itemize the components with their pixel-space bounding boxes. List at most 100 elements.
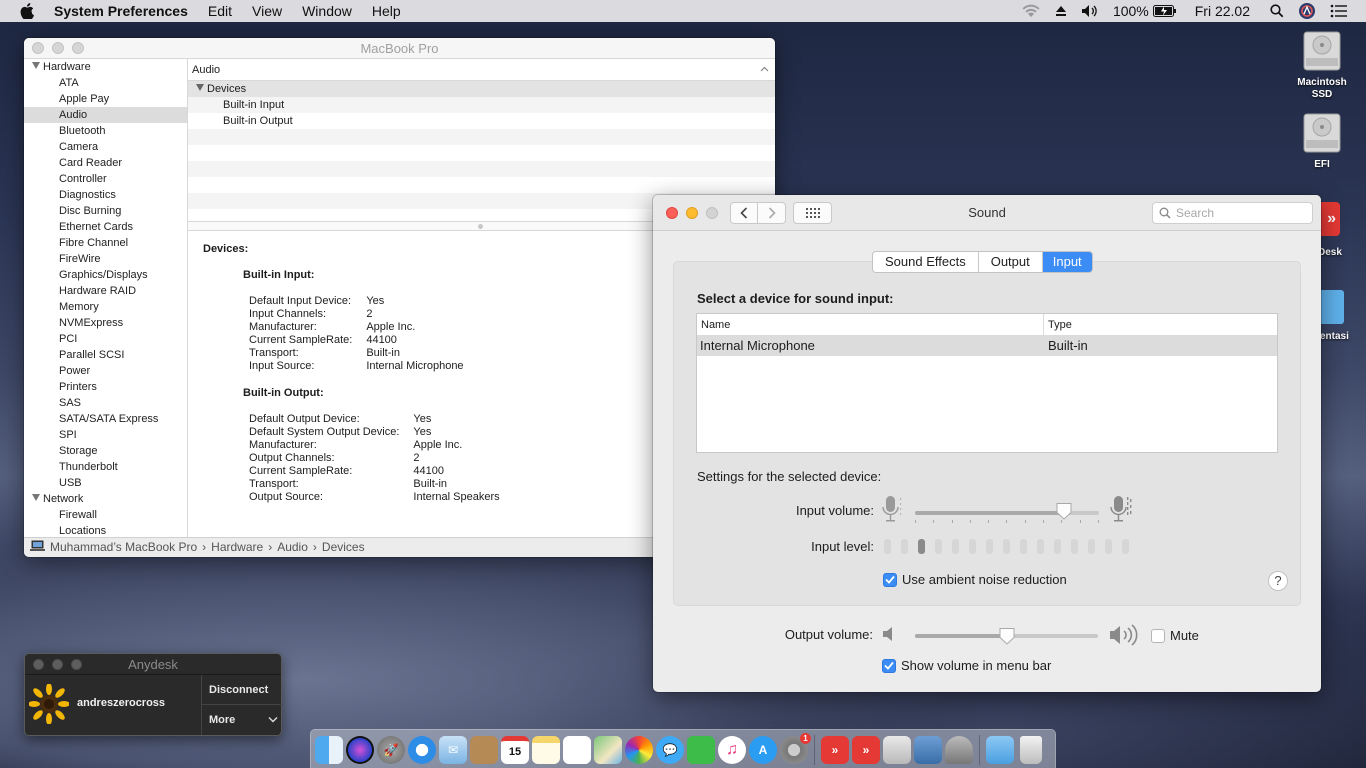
user-avatar-icon[interactable] xyxy=(1298,2,1316,20)
sidebar-item-bluetooth[interactable]: Bluetooth xyxy=(24,123,187,139)
dock-itunes-icon[interactable]: ♫ xyxy=(718,735,746,764)
sidebar-item-graphics-displays[interactable]: Graphics/Displays xyxy=(24,267,187,283)
sidebar-item-pci[interactable]: PCI xyxy=(24,331,187,347)
sidebar-category-network[interactable]: Network xyxy=(24,491,187,507)
checkbox-checked-icon[interactable] xyxy=(883,572,897,587)
column-header-type[interactable]: Type xyxy=(1044,314,1072,335)
dock-system-preferences-icon[interactable]: 1 xyxy=(780,732,811,768)
chevron-up-icon[interactable] xyxy=(760,59,769,81)
dock-siri-icon[interactable] xyxy=(346,735,374,764)
sidebar-item-firewire[interactable]: FireWire xyxy=(24,251,187,267)
sidebar-item-diagnostics[interactable]: Diagnostics xyxy=(24,187,187,203)
path-item[interactable]: Muhammad’s MacBook Pro xyxy=(50,538,197,557)
input-volume-knob[interactable] xyxy=(1056,502,1072,520)
path-item[interactable]: Audio xyxy=(277,538,308,557)
dock-launchpad-icon[interactable]: 🚀 xyxy=(377,735,405,764)
column-header[interactable]: Audio xyxy=(188,59,775,81)
sidebar-item-ethernet-cards[interactable]: Ethernet Cards xyxy=(24,219,187,235)
dock-trash-icon[interactable] xyxy=(1020,735,1042,764)
menu-edit[interactable]: Edit xyxy=(198,3,242,19)
close-button[interactable] xyxy=(32,42,44,54)
ambient-noise-checkbox[interactable]: Use ambient noise reduction xyxy=(883,572,1067,587)
sidebar-item-sas[interactable]: SAS xyxy=(24,395,187,411)
splitter-handle-icon[interactable] xyxy=(478,224,483,229)
dock-app-store-icon[interactable]: A xyxy=(749,735,777,764)
dock-photos-icon[interactable] xyxy=(625,735,653,764)
minimize-button[interactable] xyxy=(52,659,63,670)
disconnect-button[interactable]: Disconnect xyxy=(202,675,282,705)
show-all-button[interactable] xyxy=(793,202,832,224)
wifi-icon[interactable] xyxy=(1021,4,1041,18)
dock-contacts-icon[interactable] xyxy=(470,735,498,764)
output-volume-knob[interactable] xyxy=(999,627,1015,645)
sidebar-item-spi[interactable]: SPI xyxy=(24,427,187,443)
menu-help[interactable]: Help xyxy=(362,3,411,19)
minimize-button[interactable] xyxy=(686,207,698,219)
dock-preview-icon[interactable] xyxy=(883,735,911,764)
path-item[interactable]: Hardware xyxy=(211,538,263,557)
disclosure-triangle-icon[interactable] xyxy=(196,84,204,91)
close-button[interactable] xyxy=(666,207,678,219)
sidebar-item-hardware-raid[interactable]: Hardware RAID xyxy=(24,283,187,299)
sidebar-item-parallel-scsi[interactable]: Parallel SCSI xyxy=(24,347,187,363)
dock-mail-icon[interactable]: ✉ xyxy=(439,735,467,764)
checkbox-checked-icon[interactable] xyxy=(882,658,896,673)
path-item[interactable]: Devices xyxy=(322,538,365,557)
show-volume-checkbox[interactable]: Show volume in menu bar xyxy=(882,658,1051,673)
dock-safari-icon[interactable] xyxy=(408,735,436,764)
back-button[interactable] xyxy=(730,202,758,224)
tree-group-devices[interactable]: Devices xyxy=(188,81,775,97)
sidebar-item-memory[interactable]: Memory xyxy=(24,299,187,315)
sidebar-item-usb[interactable]: USB xyxy=(24,475,187,491)
sidebar-category-hardware[interactable]: Hardware xyxy=(24,59,187,75)
sidebar-item-storage[interactable]: Storage xyxy=(24,443,187,459)
table-row[interactable]: Internal Microphone Built-in xyxy=(697,336,1277,356)
sidebar-item-locations[interactable]: Locations xyxy=(24,523,187,537)
dock-anydesk-icon[interactable]: » xyxy=(821,735,849,768)
tab-sound-effects[interactable]: Sound Effects xyxy=(873,252,979,272)
sidebar-item-printers[interactable]: Printers xyxy=(24,379,187,395)
mute-checkbox[interactable]: Mute xyxy=(1151,628,1199,643)
sidebar-item-firewall[interactable]: Firewall xyxy=(24,507,187,523)
dock-notes-icon[interactable] xyxy=(532,735,560,764)
tree-item-built-in-input[interactable]: Built-in Input xyxy=(188,97,775,113)
battery-icon[interactable] xyxy=(1152,5,1177,17)
menu-app-name[interactable]: System Preferences xyxy=(54,3,198,19)
forward-button[interactable] xyxy=(758,202,786,224)
zoom-button[interactable] xyxy=(71,659,82,670)
checkbox-unchecked-icon[interactable] xyxy=(1151,628,1165,643)
zoom-button[interactable] xyxy=(72,42,84,54)
volume-icon[interactable] xyxy=(1081,4,1099,18)
disclosure-triangle-icon[interactable] xyxy=(32,494,40,501)
dock-maps-icon[interactable] xyxy=(594,735,622,764)
desktop-icon-macintosh-ssd[interactable]: Macintosh SSD xyxy=(1288,28,1356,101)
dock-reminders-icon[interactable] xyxy=(563,735,591,768)
dock-downloads-folder-icon[interactable] xyxy=(986,735,1014,764)
search-input[interactable]: Search xyxy=(1152,202,1313,224)
sidebar-item-nvmexpress[interactable]: NVMExpress xyxy=(24,315,187,331)
dock-anydesk-icon[interactable]: » xyxy=(852,735,880,768)
clock[interactable]: Fri 22.02 xyxy=(1195,3,1250,19)
sidebar-item-sata-sata-express[interactable]: SATA/SATA Express xyxy=(24,411,187,427)
column-header-name[interactable]: Name xyxy=(697,314,1044,335)
desktop-icon-efi[interactable]: EFI xyxy=(1288,110,1356,171)
more-button[interactable]: More xyxy=(202,705,282,735)
sidebar-item-ata[interactable]: ATA xyxy=(24,75,187,91)
notification-center-icon[interactable] xyxy=(1330,4,1348,18)
sidebar-item-card-reader[interactable]: Card Reader xyxy=(24,155,187,171)
menu-window[interactable]: Window xyxy=(292,3,362,19)
sidebar-item-fibre-channel[interactable]: Fibre Channel xyxy=(24,235,187,251)
disclosure-triangle-icon[interactable] xyxy=(32,62,40,69)
tab-output[interactable]: Output xyxy=(979,252,1043,272)
dock-screenshot-icon[interactable] xyxy=(914,735,942,764)
tab-input[interactable]: Input xyxy=(1042,252,1092,272)
sidebar-item-thunderbolt[interactable]: Thunderbolt xyxy=(24,459,187,475)
battery-percent[interactable]: 100% xyxy=(1113,3,1149,19)
eject-icon[interactable] xyxy=(1055,5,1067,17)
menu-view[interactable]: View xyxy=(242,3,292,19)
close-button[interactable] xyxy=(33,659,44,670)
dock-finder-icon[interactable] xyxy=(315,735,343,768)
dock-automator-icon[interactable] xyxy=(945,735,973,764)
sidebar-item-disc-burning[interactable]: Disc Burning xyxy=(24,203,187,219)
apple-menu-icon[interactable] xyxy=(20,3,36,19)
